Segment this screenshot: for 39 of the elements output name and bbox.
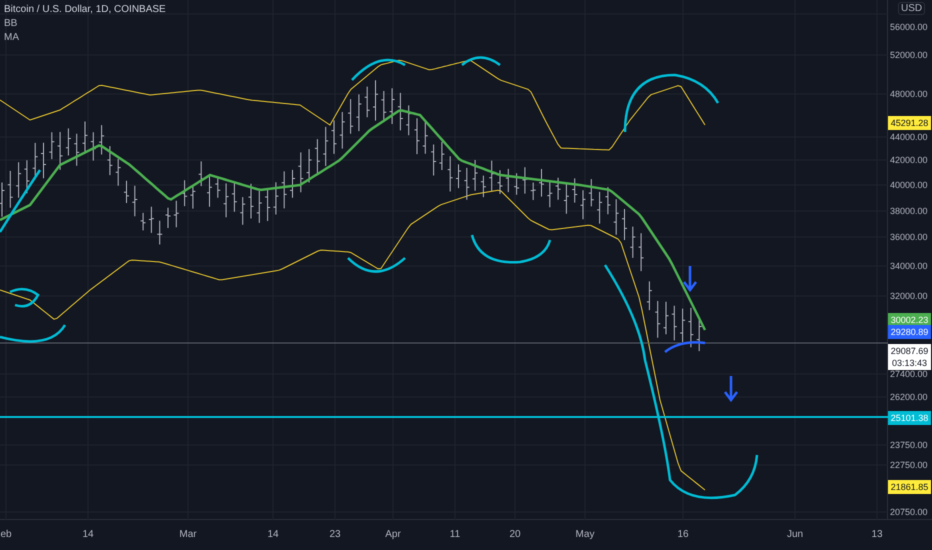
price-tick: 20750.00	[890, 507, 928, 517]
price-tick: 27400.00	[890, 369, 928, 379]
price-tag: 45291.28	[888, 116, 931, 130]
price-tag: 21861.85	[888, 480, 931, 494]
price-tag: 29087.69 03:13:43	[888, 344, 931, 370]
date-label: 14	[82, 529, 94, 540]
price-tick: 36000.00	[890, 232, 928, 242]
price-tag: 25101.38	[888, 411, 931, 425]
indicator-label[interactable]: BB	[4, 18, 166, 29]
down-arrow-icon	[724, 374, 738, 402]
price-tick: 44000.00	[890, 132, 928, 142]
symbol-title: Bitcoin / U.S. Dollar, 1D, COINBASE	[4, 4, 166, 15]
date-label: eb	[0, 529, 12, 540]
price-tick: 26200.00	[890, 392, 928, 402]
date-label: 13	[871, 529, 883, 540]
date-label: Mar	[179, 529, 197, 540]
date-label: 11	[450, 529, 460, 540]
date-label: 20	[509, 529, 521, 540]
price-tick: 52000.00	[890, 50, 928, 60]
date-label: 23	[329, 529, 341, 540]
price-tick: 32000.00	[890, 291, 928, 301]
trend-line	[664, 341, 706, 353]
date-label: 16	[677, 529, 689, 540]
indicator-label[interactable]: MA	[4, 32, 166, 43]
price-tick: 40000.00	[890, 180, 928, 190]
price-tag: 29280.89	[888, 325, 931, 339]
down-arrow-icon	[682, 264, 698, 292]
price-tick: 56000.00	[890, 22, 928, 32]
currency-label[interactable]: USD	[898, 2, 926, 15]
date-label: Apr	[385, 529, 401, 540]
price-tick: 48000.00	[890, 89, 928, 99]
price-tick: 22750.00	[890, 460, 928, 470]
date-label: May	[576, 529, 594, 540]
date-label: Jun	[786, 529, 804, 540]
price-tick: 34000.00	[890, 261, 928, 271]
price-tick: 23750.00	[890, 440, 928, 450]
price-tick: 38000.00	[890, 206, 928, 216]
price-tick: 42000.00	[890, 155, 928, 165]
date-label: 14	[267, 529, 279, 540]
